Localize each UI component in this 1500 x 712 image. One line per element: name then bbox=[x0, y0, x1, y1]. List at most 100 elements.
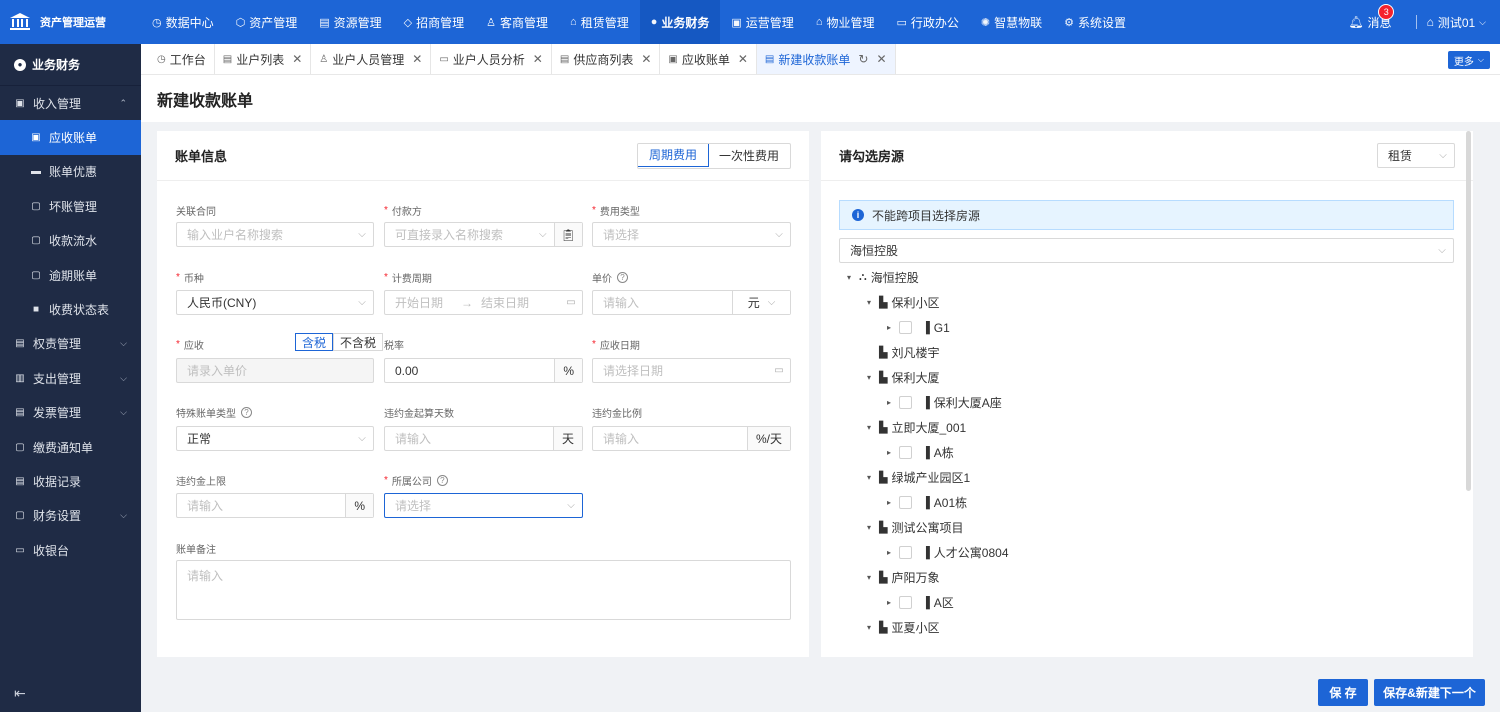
checkbox[interactable] bbox=[899, 321, 912, 334]
tree-node[interactable]: ▸ ▐ A区 bbox=[843, 590, 1443, 615]
sidebar-item-12[interactable]: ▢ 财务设置 ⌵ bbox=[0, 499, 141, 533]
expand-toggle-icon[interactable]: ▸ bbox=[883, 598, 895, 607]
topnav-item-2[interactable]: ▤ 资源管理 bbox=[308, 0, 392, 44]
topnav-item-5[interactable]: ⌂ 租赁管理 bbox=[559, 0, 640, 44]
sidebar-item-4[interactable]: ▢ 收款流水 bbox=[0, 224, 141, 258]
topnav-item-1[interactable]: ⬡ 资产管理 bbox=[225, 0, 309, 44]
tab-3[interactable]: ▭ 业户人员分析 ✕ bbox=[431, 44, 552, 74]
messages-button[interactable]: 🔔︎ 消息 3 bbox=[1348, 3, 1405, 31]
tree-node[interactable]: ▸ ▐ G1 bbox=[843, 315, 1443, 340]
topnav-item-8[interactable]: ⌂ 物业管理 bbox=[805, 0, 886, 44]
periodic-fee-button[interactable]: 周期费用 bbox=[637, 143, 709, 167]
payer-select[interactable]: 可直接录入名称搜索 ⌵ 📋︎ bbox=[384, 222, 583, 247]
sidebar-item-1[interactable]: ▣ 应收账单 bbox=[0, 120, 141, 155]
close-icon[interactable]: ✕ bbox=[292, 52, 302, 66]
tab-0[interactable]: ◷ 工作台 bbox=[149, 44, 215, 74]
tab-1[interactable]: ▤ 业户列表 ✕ bbox=[215, 44, 312, 74]
sidebar-item-6[interactable]: ■ 收费状态表 bbox=[0, 292, 141, 326]
penalty-ratio-input[interactable]: 请输入 %/天 bbox=[592, 426, 791, 451]
unit-price-input[interactable]: 请输入 元 ⌵ bbox=[592, 290, 791, 315]
tree-node[interactable]: ▾ ⛬ 海恒控股 bbox=[843, 265, 1443, 290]
expand-toggle-icon[interactable]: ▸ bbox=[883, 398, 895, 407]
currency-select[interactable]: 人民币(CNY) ⌵ bbox=[176, 290, 374, 315]
fee-type-select[interactable]: 请选择 ⌵ bbox=[592, 222, 791, 247]
tab-2[interactable]: ♙ 业户人员管理 ✕ bbox=[311, 44, 432, 74]
topnav-item-7[interactable]: ▣ 运营管理 bbox=[720, 0, 804, 44]
tax-included-button[interactable]: 含税 bbox=[295, 333, 334, 351]
close-icon[interactable]: ✕ bbox=[738, 52, 748, 66]
sidebar-item-5[interactable]: ▢ 逾期账单 bbox=[0, 258, 141, 292]
due-date-picker[interactable]: 请选择日期 ▭ bbox=[592, 358, 791, 383]
refresh-icon[interactable]: ↻ bbox=[858, 52, 868, 66]
tree-node[interactable]: ▸ ▐ A01栋 bbox=[843, 490, 1443, 515]
expand-toggle-icon[interactable]: ▸ bbox=[883, 323, 895, 332]
checkbox[interactable] bbox=[899, 496, 912, 509]
sidebar-item-13[interactable]: ▭ 收银台 bbox=[0, 533, 141, 567]
user-menu[interactable]: ⌂ 测试01 ⌵ bbox=[1427, 14, 1486, 31]
sidebar-item-10[interactable]: ▢ 缴费通知单 bbox=[0, 430, 141, 464]
tree-node[interactable]: ▾ ▙ 庐阳万象 bbox=[843, 565, 1443, 590]
penalty-cap-input[interactable]: 请输入 % bbox=[176, 493, 374, 518]
clipboard-icon[interactable]: 📋︎ bbox=[553, 223, 582, 246]
special-bill-type-select[interactable]: 正常 ⌵ bbox=[176, 426, 374, 451]
more-tabs-button[interactable]: 更多 ⌵ bbox=[1447, 51, 1490, 69]
save-button[interactable]: 保 存 bbox=[1318, 679, 1368, 706]
expand-toggle-icon[interactable]: ▾ bbox=[863, 298, 875, 307]
house-type-select[interactable]: 租赁 ⌵ bbox=[1377, 143, 1455, 168]
app-logo[interactable]: 资产管理运营 bbox=[0, 0, 141, 44]
tree-node[interactable]: ▾ ▙ 保利大厦 bbox=[843, 365, 1443, 390]
help-icon[interactable]: ? bbox=[617, 272, 628, 283]
sidebar-item-2[interactable]: ▬ 账单优惠 bbox=[0, 155, 141, 189]
topnav-item-0[interactable]: ◷ 数据中心 bbox=[141, 0, 225, 44]
project-select[interactable]: 海恒控股 ⌵ bbox=[839, 238, 1454, 263]
penalty-days-input[interactable]: 请输入 天 bbox=[384, 426, 583, 451]
help-icon[interactable]: ? bbox=[241, 407, 252, 418]
expand-toggle-icon[interactable]: ▾ bbox=[843, 273, 855, 282]
expand-toggle-icon[interactable]: ▸ bbox=[883, 548, 895, 557]
expand-toggle-icon[interactable]: ▸ bbox=[883, 498, 895, 507]
tab-4[interactable]: ▤ 供应商列表 ✕ bbox=[552, 44, 661, 74]
tree-node[interactable]: ▾ ▙ 绿城产业园区1 bbox=[843, 465, 1443, 490]
tree-node[interactable]: ▸ ▐ 人才公寓0804 bbox=[843, 540, 1443, 565]
tree-node[interactable]: ▾ ▙ 立即大厦_001 bbox=[843, 415, 1443, 440]
save-and-new-button[interactable]: 保存&新建下一个 bbox=[1374, 679, 1485, 706]
checkbox[interactable] bbox=[899, 596, 912, 609]
expand-toggle-icon[interactable]: ▾ bbox=[863, 523, 875, 532]
checkbox[interactable] bbox=[899, 546, 912, 559]
topnav-item-9[interactable]: ▭ 行政办公 bbox=[885, 0, 969, 44]
tab-6[interactable]: ▤ 新建收款账单 ↻ ✕ bbox=[756, 44, 896, 74]
price-unit-select[interactable]: 元 ⌵ bbox=[732, 291, 790, 314]
help-icon[interactable]: ? bbox=[436, 475, 448, 486]
scrollbar[interactable] bbox=[1466, 131, 1471, 491]
close-icon[interactable]: ✕ bbox=[533, 52, 543, 66]
sidebar-item-8[interactable]: ▥ 支出管理 ⌵ bbox=[0, 361, 141, 395]
expand-toggle-icon[interactable]: ▾ bbox=[863, 423, 875, 432]
tax-rate-input[interactable]: 0.00 % bbox=[384, 358, 583, 383]
expand-toggle-icon[interactable]: ▾ bbox=[863, 473, 875, 482]
tax-excluded-button[interactable]: 不含税 bbox=[333, 333, 384, 351]
billing-period-range[interactable]: 开始日期 → 结束日期 ▭ bbox=[384, 290, 583, 315]
expand-toggle-icon[interactable]: ▸ bbox=[883, 448, 895, 457]
tab-5[interactable]: ▣ 应收账单 ✕ bbox=[660, 44, 757, 74]
sidebar-item-7[interactable]: ▤ 权责管理 ⌵ bbox=[0, 327, 141, 361]
remark-textarea[interactable]: 请输入 bbox=[176, 560, 791, 620]
topnav-item-10[interactable]: ✺ 智慧物联 bbox=[970, 0, 1053, 44]
topnav-item-4[interactable]: ♙ 客商管理 bbox=[475, 0, 559, 44]
topnav-item-6[interactable]: ● 业务财务 bbox=[639, 0, 721, 44]
collapse-sidebar-icon[interactable]: ⇤ bbox=[14, 685, 26, 702]
close-icon[interactable]: ✕ bbox=[641, 52, 651, 66]
tree-node[interactable]: ▾ ▙ 亚夏小区 bbox=[843, 615, 1443, 640]
checkbox[interactable] bbox=[899, 396, 912, 409]
tree-node[interactable]: ▙ 刘凡楼宇 bbox=[843, 340, 1443, 365]
expand-toggle-icon[interactable]: ▾ bbox=[863, 373, 875, 382]
tree-node[interactable]: ▸ ▐ 保利大厦A座 bbox=[843, 390, 1443, 415]
contract-select[interactable]: 输入业户名称搜索 ⌵ bbox=[176, 222, 374, 247]
sidebar-item-11[interactable]: ▤ 收据记录 bbox=[0, 464, 141, 498]
company-select[interactable]: 请选择 ⌵ bbox=[384, 493, 583, 518]
onetime-fee-button[interactable]: 一次性费用 bbox=[708, 144, 790, 168]
close-icon[interactable]: ✕ bbox=[876, 52, 886, 66]
sidebar-item-0[interactable]: ▣ 收入管理 ⌃ bbox=[0, 86, 141, 120]
checkbox[interactable] bbox=[899, 446, 912, 459]
tree-node[interactable]: ▾ ▙ 保利小区 bbox=[843, 290, 1443, 315]
sidebar-item-3[interactable]: ▢ 坏账管理 bbox=[0, 189, 141, 223]
